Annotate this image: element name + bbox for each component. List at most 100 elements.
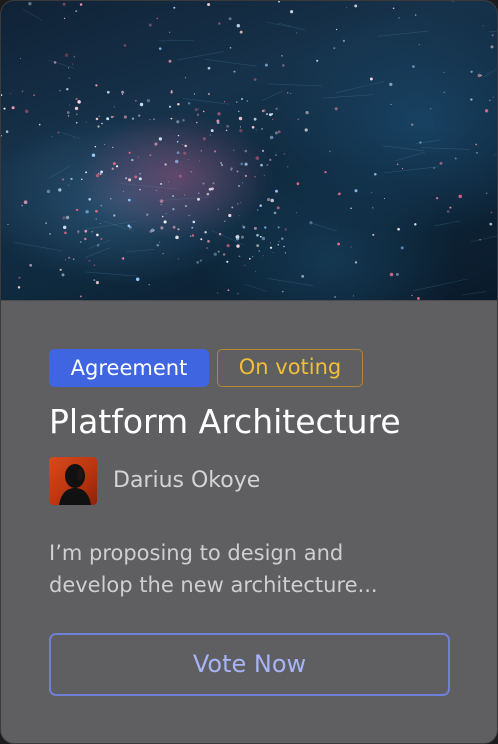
star [95, 173, 100, 178]
star [395, 272, 399, 276]
star [354, 261, 358, 264]
nebula-streak [483, 68, 497, 77]
star [251, 256, 254, 258]
star [224, 220, 226, 222]
star [226, 260, 229, 263]
star [79, 295, 82, 298]
star [85, 121, 87, 123]
star [135, 277, 140, 281]
star [95, 218, 97, 220]
star [109, 197, 112, 200]
nebula-streak [48, 165, 71, 179]
star [149, 119, 151, 121]
star [269, 113, 272, 117]
star [134, 175, 138, 179]
nebula-streak [204, 59, 258, 67]
star [207, 240, 210, 243]
star [490, 211, 493, 214]
star [435, 197, 439, 200]
star [477, 73, 482, 78]
star [93, 264, 96, 267]
star [193, 93, 195, 95]
star [75, 10, 78, 13]
star [237, 203, 239, 205]
star [100, 204, 103, 207]
star [183, 151, 187, 155]
star [73, 56, 75, 58]
star [79, 241, 82, 243]
star [154, 142, 158, 146]
star [261, 236, 266, 241]
star [33, 94, 35, 96]
star [95, 84, 98, 87]
star [3, 107, 6, 110]
star [239, 126, 241, 128]
star [490, 45, 494, 49]
star [162, 252, 164, 255]
star [188, 214, 190, 217]
star [95, 209, 98, 213]
nebula-streak [22, 8, 43, 21]
star [410, 123, 414, 126]
star [177, 103, 180, 106]
star [259, 204, 262, 207]
star [202, 137, 206, 141]
star [207, 2, 211, 7]
person-silhouette-icon [59, 464, 91, 505]
nebula-streak [382, 145, 424, 151]
star [345, 6, 347, 8]
star [168, 181, 170, 183]
star [21, 204, 23, 207]
star [68, 77, 70, 79]
star [181, 144, 183, 145]
star [182, 119, 185, 122]
star [115, 165, 119, 168]
star [169, 129, 171, 131]
star [278, 240, 281, 243]
star [131, 158, 134, 162]
star [213, 150, 217, 153]
star [85, 171, 88, 174]
star [1, 94, 3, 97]
star [225, 129, 228, 132]
star [49, 232, 52, 235]
star [191, 234, 195, 237]
star [414, 14, 417, 16]
nebula-streak [261, 90, 283, 101]
star [192, 220, 196, 224]
star [5, 130, 9, 133]
star [253, 78, 257, 81]
star [244, 162, 248, 166]
nebula-streak [384, 166, 439, 174]
star [255, 129, 257, 131]
star [156, 243, 160, 247]
star [248, 257, 251, 260]
star [163, 220, 167, 224]
star [148, 23, 152, 27]
star [240, 162, 244, 166]
star [213, 252, 217, 256]
nebula-streak [434, 220, 461, 227]
star [94, 145, 97, 148]
star [155, 190, 157, 192]
star [236, 170, 239, 173]
star [458, 194, 462, 199]
star [199, 259, 203, 262]
star [240, 97, 244, 101]
proposal-card[interactable]: Agreement On voting Platform Architectur… [0, 0, 498, 744]
star [85, 210, 89, 214]
star [222, 253, 226, 256]
star [128, 225, 132, 229]
star [489, 222, 493, 226]
star [449, 206, 452, 209]
star [72, 258, 75, 260]
star [172, 208, 175, 211]
star [235, 101, 238, 103]
star [264, 63, 268, 67]
star [475, 143, 478, 146]
vote-now-button[interactable]: Vote Now [49, 633, 450, 696]
star [443, 91, 445, 93]
star [241, 182, 244, 184]
star [196, 261, 200, 264]
star [127, 198, 131, 202]
